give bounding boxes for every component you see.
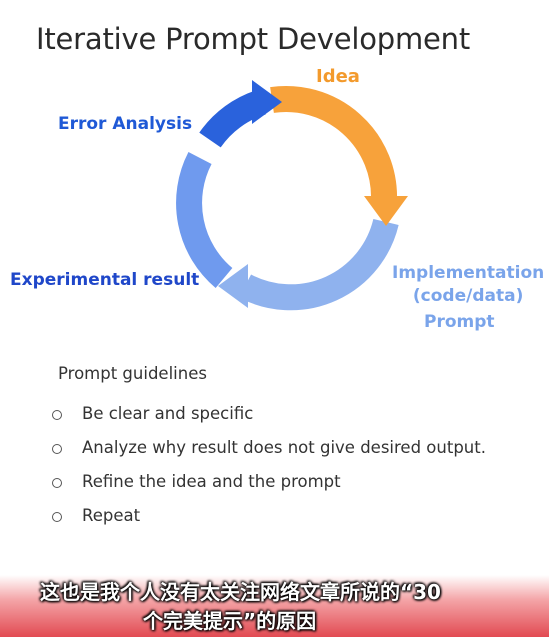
bullet-circle-icon — [52, 512, 62, 522]
cycle-arrowhead-idea — [364, 196, 408, 226]
guideline-text: Be clear and specific — [82, 404, 254, 423]
bullet-circle-icon — [52, 410, 62, 420]
bullet-circle-icon — [52, 444, 62, 454]
guideline-item: Analyze why result does not give desired… — [52, 431, 486, 465]
cycle-arc-experimental — [176, 152, 233, 288]
subtitle-line-2: 个完美提示”的原因 — [143, 609, 317, 633]
guideline-item: Repeat — [52, 499, 486, 533]
subtitle-line-1: 这也是我个人没有太关注网络文章所说的“30 — [40, 580, 441, 604]
implementation-line1: Implementation — [392, 263, 545, 283]
cycle-label-idea: Idea — [316, 66, 360, 87]
cycle-label-experimental-result: Experimental result — [10, 270, 200, 290]
guideline-text: Refine the idea and the prompt — [82, 472, 341, 491]
cycle-label-error-analysis: Error Analysis — [58, 114, 193, 134]
guideline-text: Analyze why result does not give desired… — [82, 438, 486, 457]
implementation-line2: (code/data) — [412, 286, 524, 306]
cycle-label-prompt: Prompt — [424, 312, 495, 332]
slide: Iterative Prompt Development Idea Error … — [0, 0, 549, 637]
cycle-arc-idea — [270, 86, 398, 201]
bullet-circle-icon — [52, 478, 62, 488]
guideline-item: Refine the idea and the prompt — [52, 465, 486, 499]
cycle-label-implementation: Implementation (code/data) — [392, 262, 544, 308]
guideline-text: Repeat — [82, 506, 141, 525]
prompt-guidelines: Prompt guidelines Be clear and specific … — [52, 364, 486, 533]
guidelines-heading: Prompt guidelines — [58, 364, 207, 383]
cycle-arc-implementation — [238, 218, 399, 311]
guideline-item: Be clear and specific — [52, 397, 486, 431]
